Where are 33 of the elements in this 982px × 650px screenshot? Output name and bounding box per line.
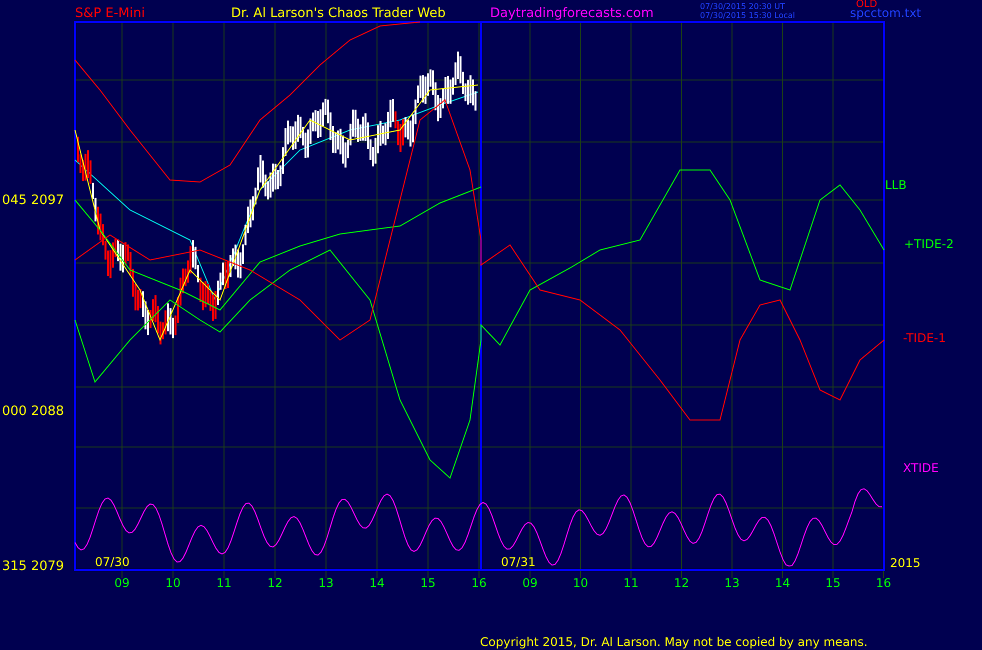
hour-label: 15 xyxy=(825,576,841,590)
copyright-notice: Copyright 2015, Dr. Al Larson. May not be copied by any means. xyxy=(480,635,868,649)
hour-label: 12 xyxy=(267,576,283,590)
hour-label: 12 xyxy=(674,576,690,590)
page-title: Dr. Al Larson's Chaos Trader Web xyxy=(231,6,446,21)
series-label: -TIDE-1 xyxy=(903,331,946,345)
local-timestamp: 07/30/2015 15:30 Local xyxy=(700,11,795,20)
date-label: 07/31 xyxy=(501,555,536,569)
hour-label: 14 xyxy=(369,576,385,590)
hour-label: 13 xyxy=(724,576,740,590)
series-label: XTIDE xyxy=(903,461,939,475)
axis-label: 315 2079 xyxy=(2,559,64,574)
hour-label: 15 xyxy=(420,576,436,590)
series-label: +TIDE-2 xyxy=(904,237,954,251)
year-label: 2015 xyxy=(890,556,921,570)
axis-label: 000 2088 xyxy=(2,404,64,419)
hour-label: 11 xyxy=(623,576,639,590)
site-link[interactable]: Daytradingforecasts.com xyxy=(490,6,654,21)
hour-label: 14 xyxy=(774,576,790,590)
hour-label: 16 xyxy=(471,576,487,590)
symbol-label: S&P E-Mini xyxy=(75,6,145,21)
hour-label: 09 xyxy=(114,576,130,590)
date-label: 07/30 xyxy=(95,555,130,569)
file-name: spcctom.txt xyxy=(850,6,922,20)
hour-label: 10 xyxy=(572,576,588,590)
hour-label: 11 xyxy=(216,576,232,590)
axis-label: 045 2097 xyxy=(2,193,64,208)
hour-label: 10 xyxy=(165,576,181,590)
hour-label: 16 xyxy=(876,576,892,590)
hour-label: 13 xyxy=(318,576,334,590)
series-label: LLB xyxy=(885,178,907,192)
hour-label: 09 xyxy=(522,576,538,590)
ut-timestamp: 07/30/2015 20:30 UT xyxy=(700,2,785,11)
